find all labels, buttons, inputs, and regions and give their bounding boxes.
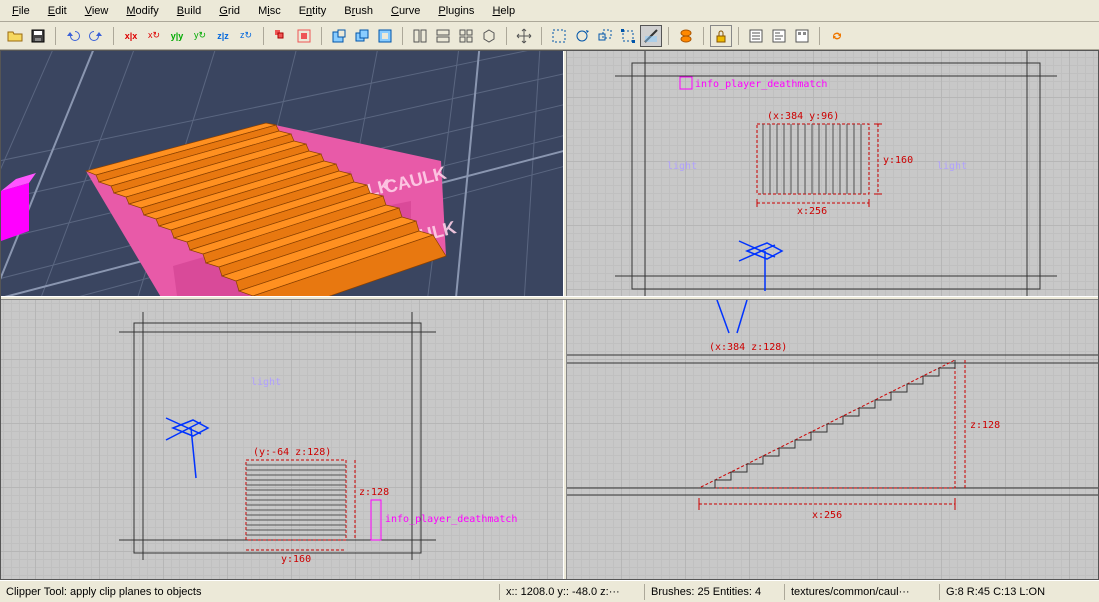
view-layout1-button[interactable]: [409, 25, 431, 47]
status-coords: x:: 1208.0 y:: -48.0 z:···: [499, 584, 644, 600]
texture-browser-button[interactable]: [791, 25, 813, 47]
dim-x-label: x:256: [797, 206, 827, 217]
clipper-button[interactable]: [640, 25, 662, 47]
viewport-yz[interactable]: light (y:-64 z:128) z:128 y:160 info_pla…: [1, 300, 563, 579]
resize-button[interactable]: [617, 25, 639, 47]
hollow-button[interactable]: [374, 25, 396, 47]
yz-dimy: y:160: [281, 554, 311, 565]
csg-merge-button[interactable]: [351, 25, 373, 47]
menu-plugins[interactable]: Plugins: [430, 3, 482, 19]
flipx-button[interactable]: x|x: [120, 25, 142, 47]
yz-dimz: z:128: [359, 487, 389, 498]
flipz-button[interactable]: z|z: [212, 25, 234, 47]
rotate-button[interactable]: [571, 25, 593, 47]
viewport-xz[interactable]: (x:384 z:128) z:128 x:256: [567, 300, 1098, 579]
coords-label: (x:384 y:96): [767, 111, 839, 122]
viewport-3d[interactable]: CAULK CAULK CAULK CAULK CAULK: [1, 51, 563, 296]
statusbar: Clipper Tool: apply clip planes to objec…: [0, 580, 1099, 602]
redo-button[interactable]: [85, 25, 107, 47]
rotz-button[interactable]: z↻: [235, 25, 257, 47]
status-hint: Clipper Tool: apply clip planes to objec…: [0, 584, 499, 600]
entity-label: info_player_deathmatch: [695, 79, 827, 90]
menu-modify[interactable]: Modify: [118, 3, 166, 19]
flipy-button[interactable]: y|y: [166, 25, 188, 47]
select-button[interactable]: [548, 25, 570, 47]
toolbar: x|x x↻ y|y y↻ z|z z↻: [0, 22, 1099, 50]
menu-file[interactable]: FFileile: [4, 3, 38, 19]
filter-button[interactable]: [675, 25, 697, 47]
status-texture: textures/common/caul···: [784, 584, 939, 600]
viewport-xy[interactable]: x:256 y:160 (x:384 y:96) info_player_dea…: [567, 51, 1098, 296]
save-button[interactable]: [27, 25, 49, 47]
dim-y-label: y:160: [883, 155, 913, 166]
status-counts: Brushes: 25 Entities: 4: [644, 584, 784, 600]
menu-view[interactable]: View: [77, 3, 117, 19]
select-touching-button[interactable]: [270, 25, 292, 47]
menu-edit[interactable]: Edit: [40, 3, 75, 19]
cubic-clip-button[interactable]: [478, 25, 500, 47]
undo-button[interactable]: [62, 25, 84, 47]
xz-dimz: z:128: [970, 420, 1000, 431]
menu-entity[interactable]: Entity: [291, 3, 335, 19]
scale-button[interactable]: [594, 25, 616, 47]
xz-coords: (x:384 z:128): [709, 342, 787, 353]
refresh-button[interactable]: [826, 25, 848, 47]
menubar: FFileile Edit View Modify Build Grid Mis…: [0, 0, 1099, 22]
texlock-button[interactable]: [710, 25, 732, 47]
menu-build[interactable]: Build: [169, 3, 209, 19]
entity-list-button[interactable]: [745, 25, 767, 47]
roty-button[interactable]: y↻: [189, 25, 211, 47]
light1-label: light: [667, 161, 697, 172]
view-layout3-button[interactable]: [455, 25, 477, 47]
rotx-button[interactable]: x↻: [143, 25, 165, 47]
open-button[interactable]: [4, 25, 26, 47]
menu-help[interactable]: Help: [484, 3, 523, 19]
yz-entity: info_player_deathmatch: [385, 514, 517, 525]
view-layout2-button[interactable]: [432, 25, 454, 47]
menu-brush[interactable]: Brush: [336, 3, 381, 19]
yz-coords: (y:-64 z:128): [253, 447, 331, 458]
status-grid: G:8 R:45 C:13 L:ON: [939, 584, 1099, 600]
csg-subtract-button[interactable]: [328, 25, 350, 47]
menu-curve[interactable]: Curve: [383, 3, 428, 19]
yz-light-label: light: [251, 377, 281, 388]
console-button[interactable]: [768, 25, 790, 47]
viewports: CAULK CAULK CAULK CAULK CAULK: [0, 50, 1099, 580]
select-inside-button[interactable]: [293, 25, 315, 47]
menu-grid[interactable]: Grid: [211, 3, 248, 19]
light2-label: light: [937, 161, 967, 172]
translate-button[interactable]: [513, 25, 535, 47]
menu-misc[interactable]: Misc: [250, 3, 289, 19]
xz-dimx: x:256: [812, 510, 842, 521]
